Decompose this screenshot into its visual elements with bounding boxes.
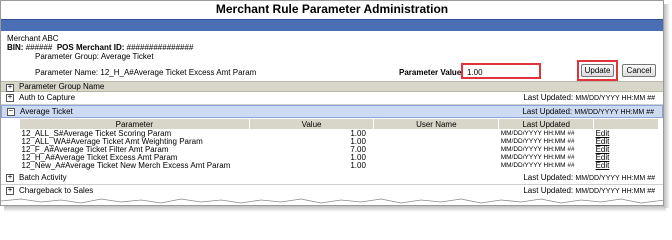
param-updated: MM/DD/YYYY HH:MM ##	[500, 146, 575, 153]
last-updated: Last Updated: MM/DD/YYYY HH:MM ##	[523, 93, 655, 102]
param-updated: MM/DD/YYYY HH:MM ##	[500, 154, 575, 161]
cancel-button[interactable]: Cancel	[622, 64, 656, 77]
param-value: 1.00	[350, 161, 366, 170]
edit-link[interactable]: Edit	[596, 161, 610, 170]
bin-value: ######	[25, 43, 53, 52]
group-name: Average Ticket	[20, 107, 73, 116]
collapse-minus-icon[interactable]: −	[7, 108, 15, 116]
col-user-name: User Name	[373, 118, 500, 130]
param-user	[374, 130, 499, 139]
param-user	[374, 154, 499, 162]
parameter-name-line: Parameter Name: 12_H_A#Average Ticket Ex…	[7, 68, 256, 77]
group-list-header: + Parameter Group Name	[1, 81, 663, 92]
col-last-updated: Last Updated	[498, 118, 595, 130]
merchant-ids: BIN: ###### POS Merchant ID: ###########…	[7, 43, 657, 52]
col-value: Value	[248, 118, 375, 130]
header-bar	[1, 19, 663, 31]
parameter-group-value: Average Ticket	[100, 52, 154, 61]
merchant-name: Merchant ABC	[7, 34, 59, 43]
parameter-group-line: Parameter Group: Average Ticket	[7, 52, 657, 61]
expand-plus-icon[interactable]: +	[6, 187, 14, 195]
group-name: Batch Activity	[19, 173, 67, 182]
update-button[interactable]: Update	[581, 64, 614, 77]
update-button-highlight: Update	[577, 60, 618, 81]
parameter-table: Parameter Value User Name Last Updated 1…	[19, 118, 659, 170]
parameter-name-label: Parameter Name:	[35, 68, 99, 77]
group-list-header-label: Parameter Group Name	[19, 82, 105, 91]
parameter-group-label: Parameter Group:	[35, 52, 100, 61]
bin-label: BIN:	[7, 43, 24, 52]
group-name: Chargeback to Sales	[19, 186, 94, 195]
group-row-average-ticket[interactable]: − Average Ticket Last Updated: MM/DD/YYY…	[1, 105, 663, 118]
group-name: Auth to Capture	[19, 93, 76, 102]
param-user	[374, 146, 499, 154]
page-title: Merchant Rule Parameter Administration	[215, 2, 449, 16]
table-header: Parameter Value User Name Last Updated	[19, 118, 659, 130]
last-updated: Last Updated: MM/DD/YYYY HH:MM ##	[522, 107, 654, 116]
torn-edge	[1, 197, 663, 205]
expand-plus-icon[interactable]: +	[6, 174, 14, 182]
group-row-auth-to-capture[interactable]: + Auth to Capture Last Updated: MM/DD/YY…	[1, 92, 663, 105]
group-row-batch-activity[interactable]: + Batch Activity Last Updated: MM/DD/YYY…	[1, 172, 663, 185]
param-updated: MM/DD/YYYY HH:MM ##	[500, 138, 575, 145]
parameter-name-value: 12_H_A#Average Ticket Excess Amt Param	[100, 68, 257, 77]
col-action	[593, 118, 659, 130]
expand-plus-icon[interactable]: +	[6, 94, 14, 102]
parameter-value-label: Parameter Value:	[399, 68, 464, 77]
pos-value: ###############	[126, 43, 194, 52]
col-parameter: Parameter	[19, 118, 250, 130]
expand-all-icon[interactable]: +	[6, 84, 14, 92]
param-user	[374, 162, 499, 170]
app-window: Merchant Rule Parameter Administration M…	[0, 0, 664, 206]
pos-label: POS Merchant ID:	[56, 43, 125, 52]
last-updated: Last Updated: MM/DD/YYYY HH:MM ##	[523, 173, 655, 182]
param-updated: MM/DD/YYYY HH:MM ##	[500, 162, 575, 169]
param-updated: MM/DD/YYYY HH:MM ##	[500, 130, 575, 137]
parameter-value-input[interactable]: 1.00	[461, 63, 541, 79]
table-row: 12_New_A#Average Ticket New Merch Excess…	[20, 162, 659, 170]
window-shadow-right	[664, 4, 670, 208]
window-shadow-bottom	[4, 206, 666, 212]
param-name: 12_New_A#Average Ticket New Merch Excess…	[21, 161, 231, 170]
param-user	[374, 138, 499, 146]
